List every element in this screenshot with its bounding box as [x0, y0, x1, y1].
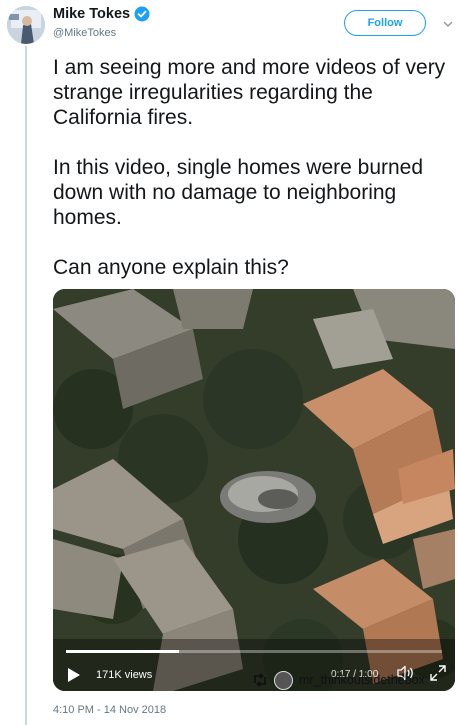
thread-line	[25, 46, 27, 725]
tweet-text: I am seeing more and more videos of very…	[53, 56, 446, 279]
video-frame	[53, 289, 455, 691]
avatar[interactable]	[7, 6, 45, 44]
verified-badge-icon	[134, 6, 150, 22]
author-name[interactable]: Mike Tokes	[53, 6, 130, 22]
progress-fill	[66, 650, 179, 653]
progress-bar[interactable]	[66, 650, 442, 653]
follow-button[interactable]: Follow	[344, 10, 426, 36]
view-count: 171K views	[96, 669, 153, 681]
tweet-timestamp[interactable]: 4:10 PM - 14 Nov 2018	[53, 704, 166, 716]
fullscreen-icon[interactable]	[430, 665, 446, 681]
video-player[interactable]: 171K views 0:17 / 1:00 mr_thinkoutsideth…	[53, 289, 455, 691]
watermark-username: mr_thinkoutsidethebox	[299, 673, 425, 687]
play-icon[interactable]	[67, 667, 81, 683]
video-watermark: mr_thinkoutsidethebox	[252, 669, 425, 691]
repost-icon	[252, 672, 268, 688]
author-name-row[interactable]: Mike Tokes	[53, 6, 150, 22]
chevron-down-icon[interactable]	[442, 17, 454, 29]
author-handle[interactable]: @MikeTokes	[53, 27, 116, 39]
watermark-avatar	[274, 670, 293, 690]
